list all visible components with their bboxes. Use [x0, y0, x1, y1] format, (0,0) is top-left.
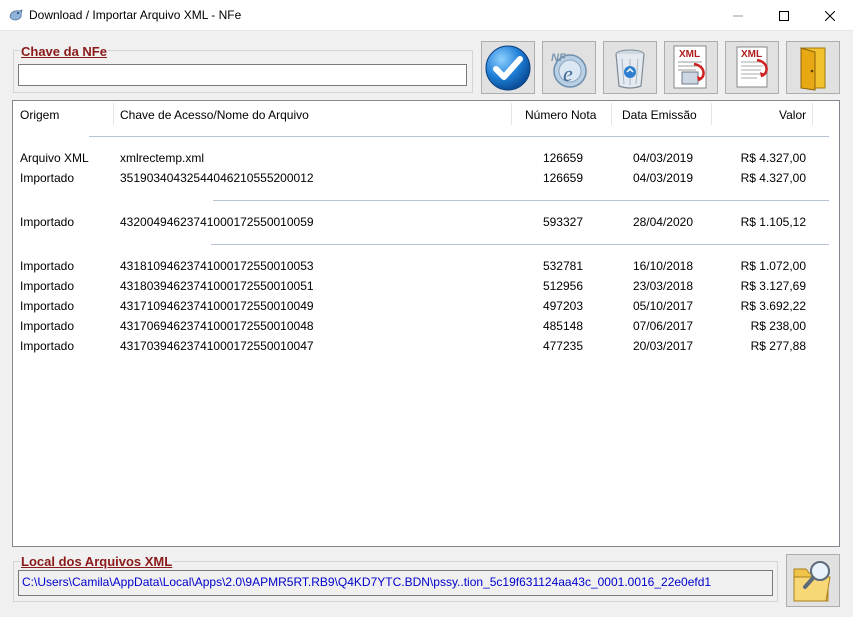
nfe-icon: NF e [551, 52, 587, 88]
local-label: Local dos Arquivos XML [20, 554, 174, 569]
maximize-button[interactable] [761, 0, 807, 31]
column-header-chave[interactable]: Chave de Acesso/Nome do Arquivo [120, 108, 309, 122]
cell-numero: 477235 [542, 339, 583, 353]
column-divider [611, 103, 612, 125]
close-button[interactable] [807, 0, 853, 31]
cell-numero: 532781 [542, 259, 583, 273]
cell-chave: 43171094623741000172550010049 [120, 299, 314, 313]
table-row[interactable]: Importado 43180394623741000172550010051 … [13, 276, 839, 296]
svg-text:XML: XML [741, 49, 762, 60]
table-row[interactable]: Importado 43170394623741000172550010047 … [13, 336, 839, 356]
table-row[interactable]: Importado 43181094623741000172550010053 … [13, 256, 839, 276]
chave-input[interactable] [18, 64, 467, 86]
cell-origem: Arquivo XML [20, 151, 89, 165]
cell-data: 28/04/2020 [632, 215, 693, 229]
cell-valor: R$ 238,00 [750, 319, 806, 333]
cell-data: 16/10/2018 [632, 259, 693, 273]
cell-chave: 43170394623741000172550010047 [120, 339, 314, 353]
cell-valor: R$ 3.127,69 [740, 279, 806, 293]
recycle-bin-icon [615, 49, 645, 89]
chave-label: Chave da NFe [20, 44, 108, 59]
cell-valor: R$ 1.105,12 [740, 215, 806, 229]
cell-chave: 43180394623741000172550010051 [120, 279, 314, 293]
column-divider [812, 103, 813, 125]
cell-origem: Importado [20, 279, 75, 293]
cell-numero: 126659 [542, 151, 583, 165]
cell-numero: 593327 [542, 215, 583, 229]
column-divider [511, 103, 512, 125]
invoice-list[interactable]: Origem Chave de Acesso/Nome do Arquivo N… [12, 100, 840, 547]
group-separator [213, 200, 829, 201]
cell-data: 20/03/2017 [632, 339, 693, 353]
cell-data: 23/03/2018 [632, 279, 693, 293]
cell-origem: Importado [20, 299, 75, 313]
minimize-button[interactable] [715, 0, 761, 31]
cell-data: 07/06/2017 [632, 319, 693, 333]
cell-chave: 43170694623741000172550010048 [120, 319, 314, 333]
close-icon [825, 10, 835, 21]
cell-origem: Importado [20, 215, 75, 229]
table-row[interactable]: Importado 43170694623741000172550010048 … [13, 316, 839, 336]
column-header-valor[interactable]: Valor [779, 108, 806, 122]
local-path-field[interactable]: C:\Users\Camila\AppData\Local\Apps\2.0\9… [18, 570, 773, 596]
cell-data: 04/03/2019 [632, 151, 693, 165]
cell-origem: Importado [20, 319, 75, 333]
cell-origem: Importado [20, 339, 75, 353]
window-title: Download / Importar Arquivo XML - NFe [29, 8, 242, 22]
column-header-data[interactable]: Data Emissão [622, 108, 697, 122]
minimize-icon [733, 15, 743, 16]
cell-origem: Importado [20, 259, 75, 273]
cell-chave: xmlrectemp.xml [120, 151, 205, 165]
cell-data: 04/03/2019 [632, 171, 693, 185]
cell-numero: 497203 [542, 299, 583, 313]
list-header: Origem Chave de Acesso/Nome do Arquivo N… [13, 101, 839, 129]
cell-numero: 485148 [542, 319, 583, 333]
cell-valor: R$ 277,88 [750, 339, 806, 353]
cell-valor: R$ 3.692,22 [740, 299, 806, 313]
svg-text:XML: XML [679, 49, 700, 60]
table-row[interactable]: Arquivo XML xmlrectemp.xml 126659 04/03/… [13, 148, 839, 168]
cell-chave: 43181094623741000172550010053 [120, 259, 314, 273]
cell-valor: R$ 4.327,00 [740, 171, 806, 185]
exit-door-icon [800, 46, 826, 91]
cell-numero: 512956 [542, 279, 583, 293]
column-header-origem[interactable]: Origem [20, 108, 59, 122]
cell-valor: R$ 1.072,00 [740, 259, 806, 273]
confirm-button[interactable] [481, 41, 535, 94]
app-icon [8, 7, 24, 23]
cell-data: 05/10/2017 [632, 299, 693, 313]
title-bar: Download / Importar Arquivo XML - NFe [0, 0, 853, 31]
table-row[interactable]: Importado 35190340432544046210555200012 … [13, 168, 839, 188]
svg-text:e: e [563, 61, 573, 86]
group-separator [211, 244, 829, 245]
group-separator [89, 136, 829, 137]
cell-origem: Importado [20, 171, 75, 185]
import-xml-button[interactable]: XML [664, 41, 718, 94]
cell-chave: 43200494623741000172550010059 [120, 215, 314, 229]
maximize-icon [779, 10, 789, 21]
browse-folder-button[interactable] [786, 554, 840, 607]
column-header-numero[interactable]: Número Nota [525, 108, 596, 122]
cell-valor: R$ 4.327,00 [740, 151, 806, 165]
delete-button[interactable] [603, 41, 657, 94]
column-divider [113, 103, 114, 125]
table-row[interactable]: Importado 43171094623741000172550010049 … [13, 296, 839, 316]
nfe-button[interactable]: NF e [542, 41, 596, 94]
table-row[interactable]: Importado 43200494623741000172550010059 … [13, 212, 839, 232]
exit-button[interactable] [786, 41, 840, 94]
xml-document-icon: XML [736, 46, 768, 87]
xml-document-button[interactable]: XML [725, 41, 779, 94]
folder-search-icon [793, 560, 831, 601]
column-divider [711, 103, 712, 125]
check-icon [485, 45, 531, 90]
xml-import-icon: XML [673, 45, 707, 88]
cell-chave: 35190340432544046210555200012 [120, 171, 314, 185]
cell-numero: 126659 [542, 171, 583, 185]
